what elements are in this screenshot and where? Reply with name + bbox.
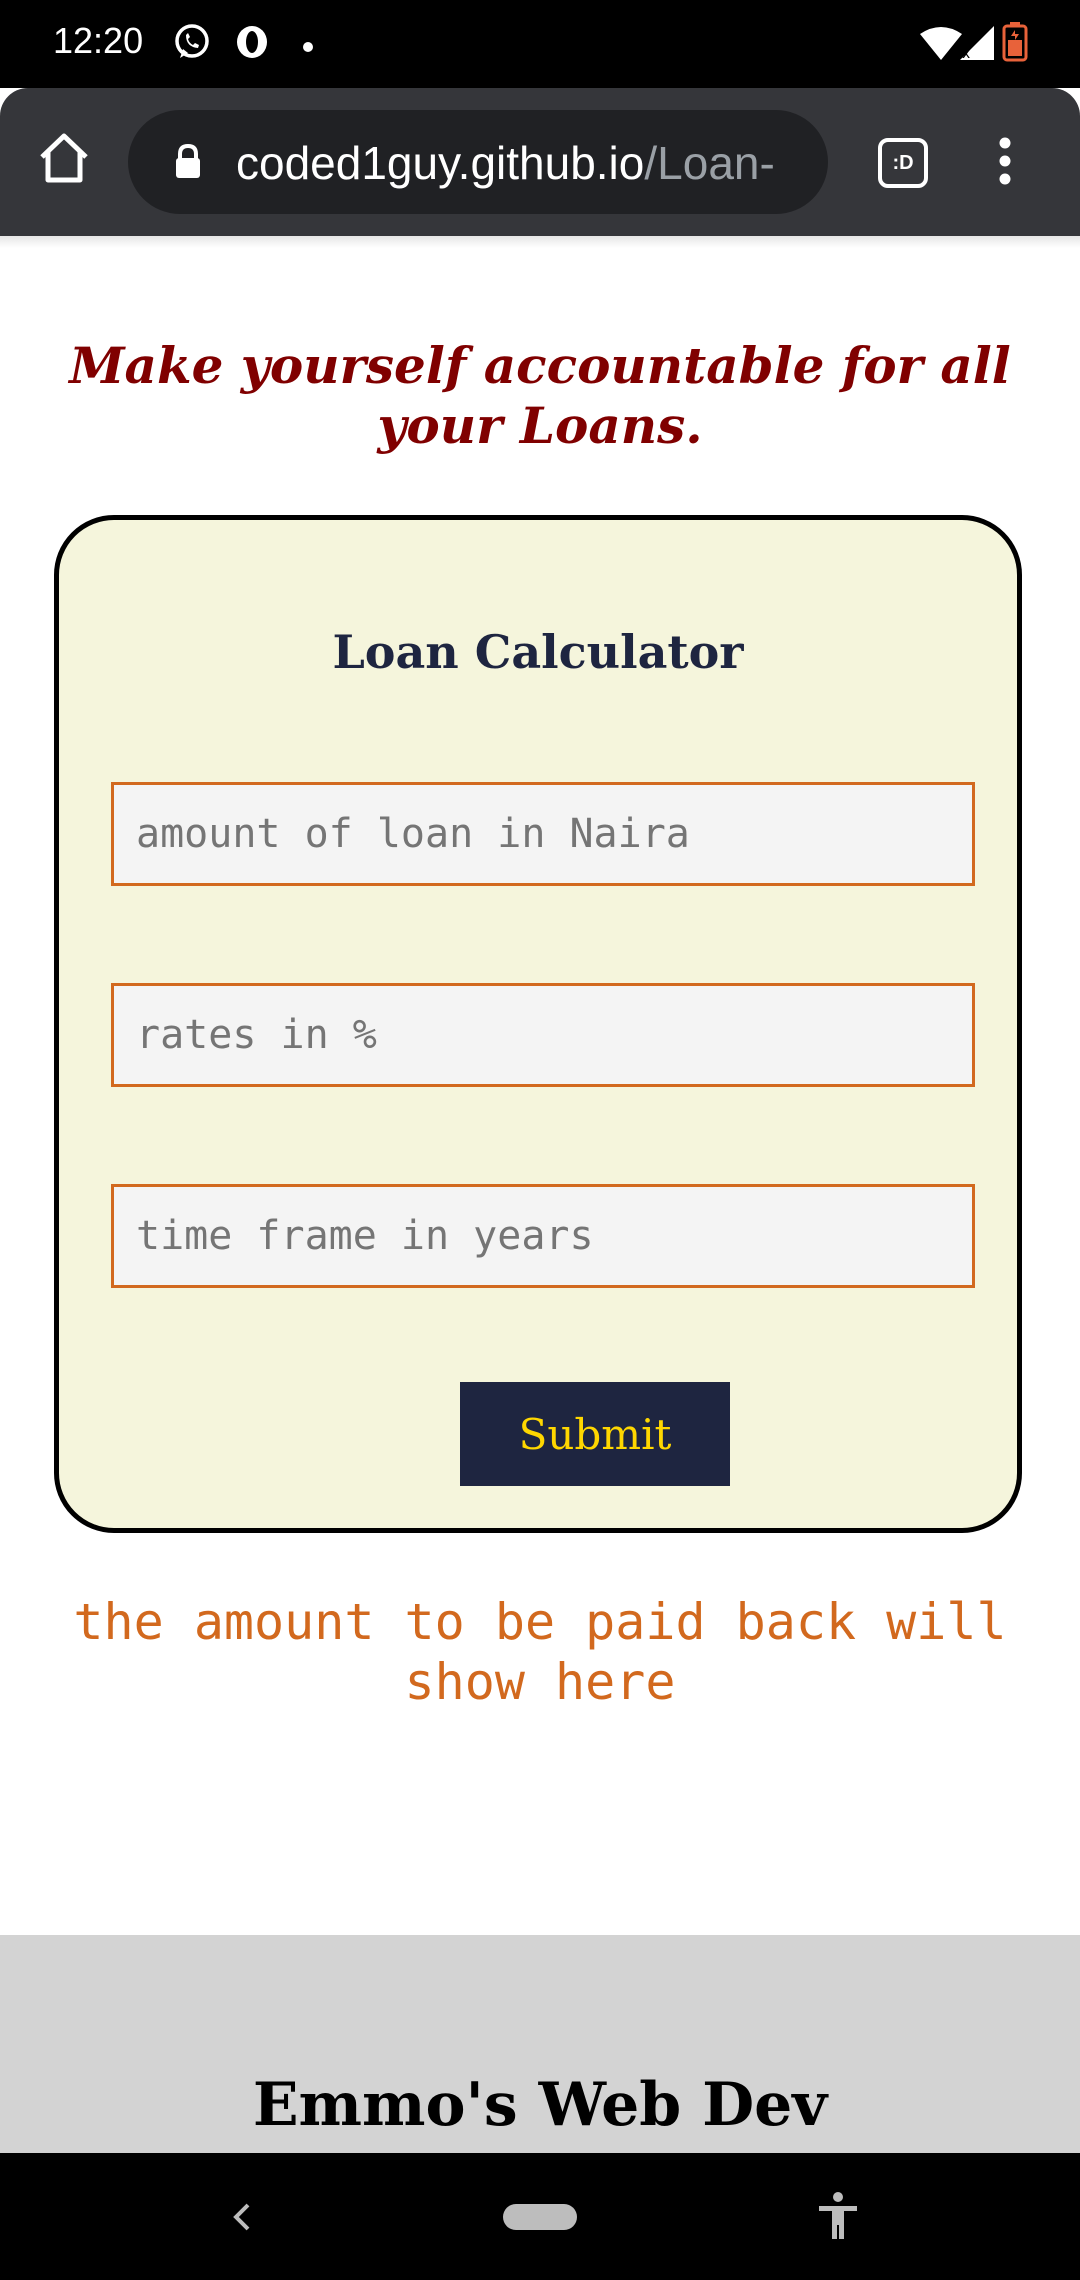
- svg-text:x: x: [962, 46, 970, 60]
- loan-calculator-card: Loan Calculator Submit: [54, 515, 1022, 1533]
- home-icon[interactable]: [36, 130, 92, 186]
- browser-toolbar: coded1guy.github.io/Loan- :D: [0, 88, 1080, 236]
- footer: Emmo's Web Dev: [0, 1935, 1080, 2153]
- signal-icon: x: [960, 26, 994, 64]
- status-bar: 12:20 x: [0, 0, 1080, 88]
- lock-icon: [174, 143, 202, 184]
- back-icon[interactable]: [228, 2197, 254, 2241]
- status-time: 12:20: [53, 20, 144, 61]
- url-bar[interactable]: coded1guy.github.io/Loan-: [128, 110, 828, 214]
- home-pill-icon[interactable]: [503, 2204, 577, 2230]
- tab-switcher-button[interactable]: :D: [878, 138, 928, 188]
- interest-rate-input[interactable]: [111, 983, 975, 1087]
- dot-icon: [302, 38, 314, 57]
- loan-amount-input[interactable]: [111, 782, 975, 886]
- accessibility-icon[interactable]: [815, 2191, 861, 2245]
- result-text: the amount to be paid back will show her…: [73, 1593, 1007, 1711]
- url-path: /Loan-: [644, 137, 775, 189]
- calculator-title: Loan Calculator: [332, 625, 744, 679]
- time-frame-input[interactable]: [111, 1184, 975, 1288]
- system-nav-bar: [0, 2153, 1080, 2280]
- page-tagline: Make yourself accountable for all your L…: [69, 336, 1011, 455]
- whatsapp-icon: [172, 22, 212, 66]
- footer-title: Emmo's Web Dev: [252, 2070, 828, 2140]
- wifi-icon: [920, 26, 962, 64]
- battery-icon: [1002, 22, 1028, 66]
- toolbar-shadow: [0, 236, 1080, 248]
- url-domain: coded1guy.github.io: [236, 137, 645, 189]
- more-vert-icon[interactable]: [990, 136, 1020, 186]
- submit-button[interactable]: Submit: [460, 1382, 730, 1486]
- url-text: coded1guy.github.io/Loan-: [236, 136, 816, 190]
- opera-icon: [232, 22, 272, 66]
